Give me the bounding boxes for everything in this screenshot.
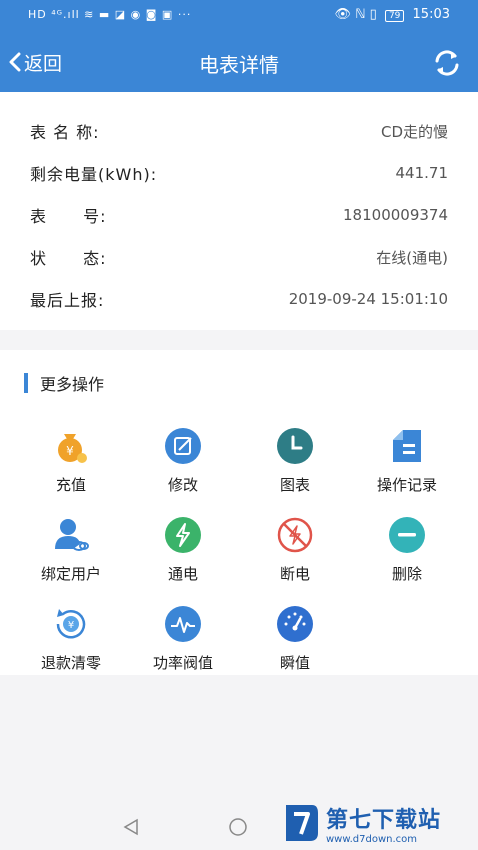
bind-user-label: 绑定用户 xyxy=(40,565,101,583)
info-label: 表 名 称: xyxy=(30,123,100,142)
recharge-button[interactable]: ¥ 充值 xyxy=(16,428,126,508)
info-value: 2019-09-24 15:01:10 xyxy=(288,290,448,308)
document-icon xyxy=(393,430,421,462)
money-bag-icon: ¥ xyxy=(58,434,87,463)
info-label: 状 态: xyxy=(30,249,107,268)
info-row-remaining: 剩余电量(kWh): 441.71 xyxy=(30,158,448,188)
edit-icon xyxy=(165,428,201,464)
info-row-last-report: 最后上报: 2019-09-24 15:01:10 xyxy=(30,284,448,314)
info-label: 最后上报: xyxy=(30,291,105,310)
delete-button[interactable]: 删除 xyxy=(352,517,462,597)
operation-log-button[interactable]: 操作记录 xyxy=(352,428,462,508)
status-right: 👁 ℕ ▯ 79 15:03 xyxy=(334,7,450,22)
power-threshold-button[interactable]: 功率阀值 xyxy=(128,606,238,686)
edit-button[interactable]: 修改 xyxy=(128,428,238,508)
power-on-button[interactable]: 通电 xyxy=(128,517,238,597)
watermark-logo-icon xyxy=(286,805,318,841)
battery-indicator: 79 xyxy=(384,10,405,22)
info-row-status: 状 态: 在线(通电) xyxy=(30,242,448,272)
chart-label: 图表 xyxy=(279,476,310,494)
power-off-label: 断电 xyxy=(279,565,310,583)
recharge-label: 充值 xyxy=(55,476,86,494)
nav-back-icon[interactable] xyxy=(121,817,141,837)
chart-button[interactable]: 图表 xyxy=(240,428,350,508)
power-on-label: 通电 xyxy=(167,565,198,583)
info-label: 表 号: xyxy=(30,207,107,226)
operation-log-label: 操作记录 xyxy=(376,476,437,494)
watermark-title: 第七下载站 xyxy=(326,807,442,833)
info-value: CD走的慢 xyxy=(380,122,448,141)
page-title: 电表详情 xyxy=(199,53,279,77)
edit-label: 修改 xyxy=(167,476,198,494)
instant-value-label: 瞬值 xyxy=(279,654,310,672)
bind-user-button[interactable]: 绑定用户 xyxy=(16,517,126,597)
svg-text:¥: ¥ xyxy=(66,444,74,458)
delete-label: 删除 xyxy=(391,565,422,583)
power-on-icon xyxy=(165,517,201,553)
refund-clear-label: 退款清零 xyxy=(40,654,101,672)
info-row-number: 表 号: 18100009374 xyxy=(30,200,448,230)
status-icons: 👁 ℕ ▯ xyxy=(334,7,377,22)
power-threshold-label: 功率阀值 xyxy=(152,654,213,672)
refund-clear-button[interactable]: ¥ 退款清零 xyxy=(16,606,126,686)
info-value: 在线(通电) xyxy=(376,248,448,267)
refresh-icon[interactable] xyxy=(432,48,462,78)
info-label: 剩余电量(kWh): xyxy=(30,165,158,184)
refund-icon: ¥ xyxy=(56,609,86,639)
section-accent-bar xyxy=(24,373,28,393)
meter-info-panel: 表 名 称: CD走的慢 剩余电量(kWh): 441.71 表 号: 1810… xyxy=(0,92,478,330)
info-value: 18100009374 xyxy=(343,206,448,224)
info-value: 441.71 xyxy=(395,164,449,182)
power-off-icon xyxy=(277,517,313,553)
clock-chart-icon xyxy=(277,428,313,464)
section-title-text: 更多操作 xyxy=(40,375,105,394)
power-threshold-icon xyxy=(165,606,201,642)
instant-value-button[interactable]: 瞬值 xyxy=(240,606,350,686)
status-left-icons: HD ⁴ᴳ.ıll ≋ ▬ ◪ ◉ ◙ ▣ ··· xyxy=(28,8,192,21)
nav-bar: 返回 电表详情 xyxy=(0,32,478,92)
watermark-url: www.d7down.com xyxy=(326,833,418,845)
status-bar: HD ⁴ᴳ.ıll ≋ ▬ ◪ ◉ ◙ ▣ ··· 👁 ℕ ▯ 79 15:03 xyxy=(0,0,478,32)
status-time: 15:03 xyxy=(412,7,450,22)
nav-home-icon[interactable] xyxy=(226,817,250,837)
watermark: 第七下载站 www.d7down.com xyxy=(282,798,478,848)
svg-text:¥: ¥ xyxy=(68,620,74,631)
bind-user-icon xyxy=(55,519,89,551)
more-operations-panel: 更多操作 ¥ 充值 修改 图表 操作记录 绑定用户 通电 断电 删除 ¥ 退款清… xyxy=(0,350,478,675)
gauge-icon xyxy=(277,606,313,642)
delete-icon xyxy=(389,517,425,553)
section-title: 更多操作 xyxy=(24,372,104,394)
power-off-button[interactable]: 断电 xyxy=(240,517,350,597)
info-row-name: 表 名 称: CD走的慢 xyxy=(30,116,448,146)
